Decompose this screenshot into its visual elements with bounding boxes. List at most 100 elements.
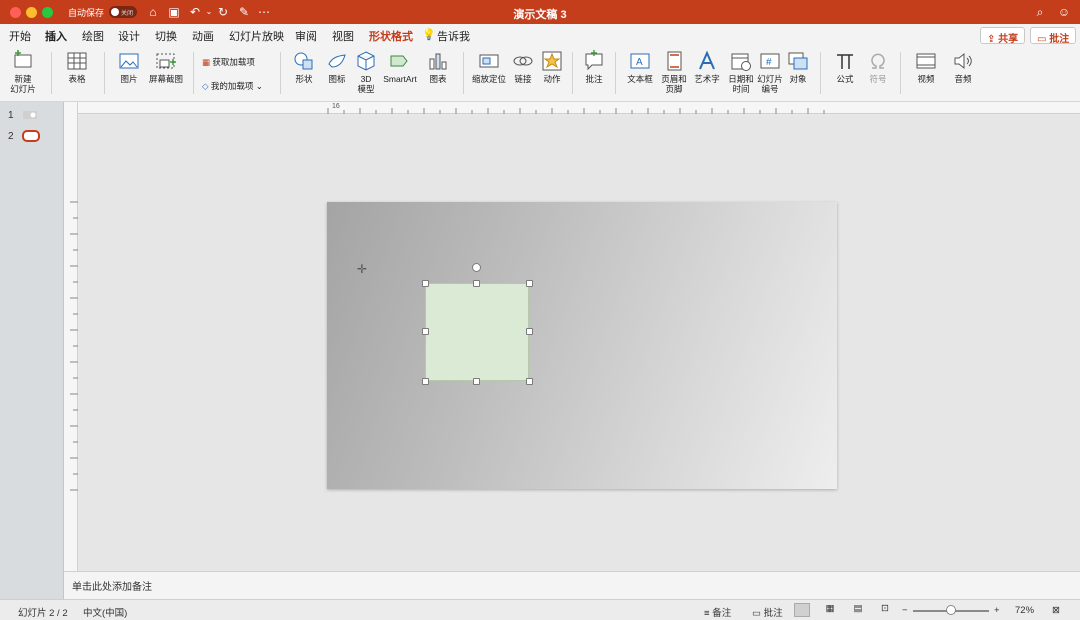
action-button[interactable]: 动作 <box>538 46 566 102</box>
symbol-button[interactable]: 符号 <box>864 46 892 102</box>
object-button[interactable]: 对象 <box>785 46 811 102</box>
equation-button[interactable]: 公式 <box>828 46 862 102</box>
share-label: 共享 <box>998 34 1019 45</box>
selected-rectangle-shape[interactable] <box>425 283 529 381</box>
slide-info: 幻灯片 2 / 2 <box>18 608 68 619</box>
wordart-button[interactable]: 艺术字 <box>690 46 724 102</box>
link-icon <box>513 56 533 66</box>
notes-toggle-button[interactable]: ≡ 备注 <box>704 605 731 619</box>
slide[interactable] <box>327 202 837 489</box>
resize-handle-top[interactable] <box>473 280 480 287</box>
date-time-button[interactable]: 日期和 时间 <box>726 46 756 102</box>
icons-icon <box>328 54 346 68</box>
tab-design[interactable]: 设计 <box>118 28 140 44</box>
comments-label: 批注 <box>1049 34 1070 45</box>
notes-pane[interactable]: 单击此处添加备注 <box>64 571 1080 599</box>
zoom-in-button[interactable]: + <box>994 605 1000 616</box>
slideshow-view-button[interactable]: ⊡ <box>877 603 893 617</box>
resize-handle-top-left[interactable] <box>422 280 429 287</box>
pi-icon <box>837 54 853 69</box>
chart-button[interactable]: 图表 <box>422 46 454 102</box>
resize-handle-bottom[interactable] <box>473 378 480 385</box>
new-slide-button[interactable]: 新建 幻灯片 <box>6 46 40 102</box>
tab-home[interactable]: 开始 <box>9 28 31 44</box>
tab-insert[interactable]: 插入 <box>45 28 67 48</box>
language-indicator[interactable]: 中文(中国) <box>83 605 127 619</box>
horizontal-ruler: 16 <box>78 102 1080 114</box>
omega-icon <box>871 53 885 69</box>
fit-to-window-icon[interactable]: ⊠ <box>1052 605 1060 616</box>
resize-handle-left[interactable] <box>422 328 429 335</box>
tab-draw[interactable]: 绘图 <box>82 28 104 44</box>
separator <box>104 52 105 94</box>
ribbon-tabs: 开始 插入 绘图 设计 切换 动画 幻灯片放映 审阅 视图 形状格式 💡 告诉我… <box>0 24 1080 48</box>
tab-review[interactable]: 审阅 <box>295 28 317 44</box>
zoom-button[interactable]: 缩放定位 <box>470 46 508 102</box>
normal-view-button[interactable] <box>794 603 810 617</box>
ruler-ticks <box>327 108 825 114</box>
title-bar: 自动保存 关闭 ⌂ ▣ ↶ ⌄ ↻ ✎ ⋯ 演示文稿 3 ⌕ ☺ <box>0 0 1080 24</box>
insert-comment-button[interactable]: 批注 <box>580 46 608 102</box>
screenshot-button[interactable]: 屏幕截图 <box>147 46 185 102</box>
separator <box>615 52 616 94</box>
notes-icon: ≡ <box>704 608 713 619</box>
resize-handle-right[interactable] <box>526 328 533 335</box>
slide-thumbnail-2[interactable] <box>22 130 40 142</box>
slide-number-button[interactable]: # 幻灯片 编号 <box>756 46 784 102</box>
my-addins-label: 我的加载项 <box>210 81 254 91</box>
slide-sorter-view-button[interactable]: ▦ <box>822 603 838 617</box>
tab-shape-format[interactable]: 形状格式 <box>369 28 413 44</box>
textbox-button[interactable]: A 文本框 <box>622 46 658 102</box>
3d-models-button[interactable]: 3D 模型 <box>352 46 380 102</box>
tab-transitions[interactable]: 切换 <box>155 28 177 44</box>
table-icon <box>67 52 87 70</box>
date-time-label: 日期和 时间 <box>728 74 754 94</box>
rotate-handle[interactable] <box>472 263 481 272</box>
comments-toggle-label: 批注 <box>763 608 783 619</box>
link-button[interactable]: 链接 <box>510 46 536 102</box>
smartart-label: SmartArt <box>383 74 417 84</box>
textbox-icon: A <box>630 53 650 69</box>
smartart-button[interactable]: SmartArt <box>380 46 420 102</box>
comment-icon: ▭ <box>1037 34 1050 45</box>
move-cursor-icon: ✛ <box>357 262 368 276</box>
addins-icon: ◇ <box>202 81 211 91</box>
comments-toggle-button[interactable]: ▭ 批注 <box>752 605 783 619</box>
slide-thumbnails-panel: 1 2 <box>0 102 64 599</box>
zoom-level[interactable]: 72% <box>1015 605 1034 616</box>
get-addins-button[interactable]: ▦ 获取加载项 <box>202 56 255 68</box>
picture-button[interactable]: 图片 <box>112 46 146 102</box>
tab-view[interactable]: 视图 <box>332 28 354 44</box>
separator <box>193 52 194 94</box>
reading-view-button[interactable]: ▤ <box>850 603 866 617</box>
zoom-slider-knob[interactable] <box>946 605 956 615</box>
icons-button[interactable]: 图标 <box>322 46 352 102</box>
link-label: 链接 <box>514 74 532 84</box>
3d-models-label: 3D 模型 <box>357 74 375 94</box>
new-slide-label: 新建 幻灯片 <box>10 74 36 94</box>
resize-handle-top-right[interactable] <box>526 280 533 287</box>
header-footer-button[interactable]: 页眉和 页脚 <box>659 46 689 102</box>
share-button[interactable]: ⇪ 共享 <box>980 27 1026 45</box>
my-addins-button[interactable]: ◇ 我的加载项 ⌄ <box>202 80 263 92</box>
comments-button[interactable]: ▭ 批注 <box>1030 27 1077 45</box>
shapes-button[interactable]: 形状 <box>288 46 320 102</box>
slide-thumbnail-1[interactable] <box>22 110 38 120</box>
svg-text:#: # <box>766 57 772 68</box>
separator <box>572 52 573 94</box>
resize-handle-bottom-right[interactable] <box>526 378 533 385</box>
tab-slideshow[interactable]: 幻灯片放映 <box>229 28 284 44</box>
search-icon[interactable]: ⌕ <box>1032 4 1048 20</box>
tab-animations[interactable]: 动画 <box>192 28 214 44</box>
resize-handle-bottom-left[interactable] <box>422 378 429 385</box>
table-button[interactable]: 表格 <box>60 46 94 102</box>
separator <box>900 52 901 94</box>
account-icon[interactable]: ☺ <box>1056 4 1072 20</box>
equation-label: 公式 <box>836 74 854 84</box>
tab-tell-me[interactable]: 告诉我 <box>437 28 470 44</box>
header-footer-label: 页眉和 页脚 <box>661 74 687 94</box>
audio-button[interactable]: 音频 <box>946 46 980 102</box>
zoom-out-button[interactable]: − <box>902 605 908 616</box>
video-button[interactable]: 视频 <box>907 46 945 102</box>
slide-number-icon: # <box>760 53 780 69</box>
